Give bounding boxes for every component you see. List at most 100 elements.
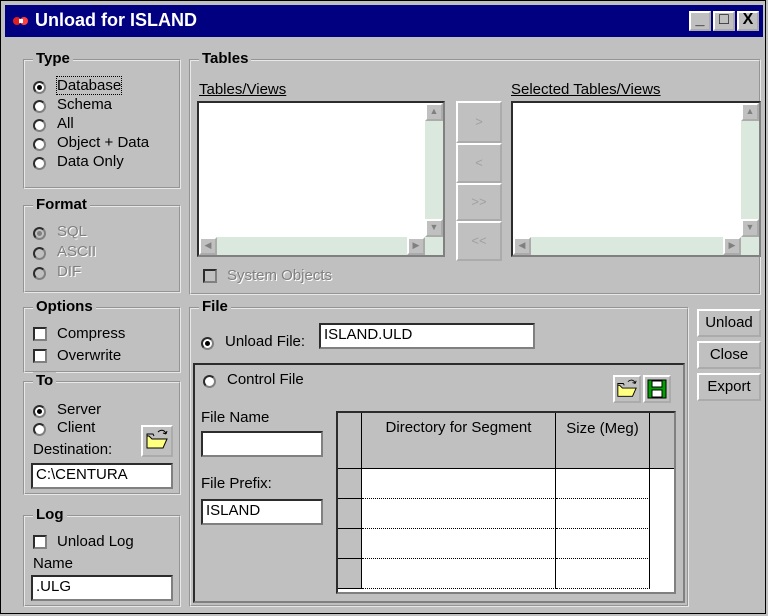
- type-all-label: All: [57, 115, 74, 132]
- maximize-button[interactable]: □: [713, 11, 735, 31]
- table-corner-header: [338, 413, 362, 469]
- unload-button[interactable]: Unload: [697, 309, 761, 337]
- control-file-radio[interactable]: [203, 375, 216, 388]
- add-table-button[interactable]: >: [456, 101, 502, 143]
- table-row-header[interactable]: [338, 499, 362, 529]
- scroll-down-arrow-icon[interactable]: ▼: [741, 219, 759, 237]
- format-group: Format: [23, 196, 181, 293]
- compress-label: Compress: [57, 325, 126, 342]
- destination-input[interactable]: C:\CENTURA: [31, 463, 173, 489]
- table-cell[interactable]: [362, 559, 556, 589]
- format-sql-radio[interactable]: [33, 227, 46, 240]
- scroll-right-arrow-icon[interactable]: ▶: [723, 237, 741, 255]
- control-file-label: Control File: [227, 371, 304, 388]
- type-database-radio[interactable]: [33, 81, 46, 94]
- scroll-left-arrow-icon[interactable]: ◀: [513, 237, 531, 255]
- title-bar: Unload for ISLAND _ □ X: [5, 5, 763, 37]
- type-data-only-radio[interactable]: [33, 157, 46, 170]
- file-group-title: File: [199, 298, 231, 315]
- app-icon: [13, 17, 28, 25]
- format-dif-radio[interactable]: [33, 267, 46, 280]
- type-schema-label: Schema: [57, 96, 113, 113]
- log-name-input[interactable]: .ULG: [31, 575, 173, 601]
- minimize-button[interactable]: _: [689, 11, 711, 31]
- scroll-down-arrow-icon[interactable]: ▼: [425, 219, 443, 237]
- table-cell[interactable]: [556, 469, 650, 499]
- remove-all-tables-button[interactable]: <<: [456, 221, 502, 261]
- remove-table-button[interactable]: <: [456, 143, 502, 183]
- table-cell[interactable]: [362, 529, 556, 559]
- table-cell[interactable]: [556, 529, 650, 559]
- file-prefix-input[interactable]: ISLAND: [201, 499, 323, 525]
- close-button[interactable]: Close: [697, 341, 761, 369]
- file-name-input[interactable]: [201, 431, 323, 457]
- unload-dialog: Unload for ISLAND _ □ X Type Database Sc…: [0, 0, 766, 614]
- type-schema-radio[interactable]: [33, 100, 46, 113]
- browse-destination-button[interactable]: [141, 425, 173, 457]
- unload-log-checkbox[interactable]: [33, 535, 47, 549]
- directory-for-segment-header: Directory for Segment: [362, 413, 556, 469]
- table-cell[interactable]: [556, 499, 650, 529]
- type-object-data-radio[interactable]: [33, 138, 46, 151]
- log-name-label: Name: [33, 555, 74, 572]
- open-control-file-button[interactable]: [613, 375, 641, 403]
- system-objects-checkbox[interactable]: [203, 269, 217, 283]
- tables-list-vertical-scrollbar[interactable]: ▲ ▼: [425, 103, 443, 255]
- segment-table[interactable]: Directory for Segment Size (Meg): [336, 411, 676, 594]
- unload-log-label: Unload Log: [57, 533, 134, 550]
- scroll-up-arrow-icon[interactable]: ▲: [425, 103, 443, 121]
- type-object-data-label: Object + Data: [57, 134, 150, 151]
- format-group-title: Format: [33, 196, 90, 213]
- overwrite-checkbox[interactable]: [33, 349, 47, 363]
- open-folder-icon: [617, 379, 637, 397]
- size-meg-header: Size (Meg): [556, 413, 650, 469]
- selected-tables-views-label: Selected Tables/Views: [511, 81, 661, 98]
- table-cell[interactable]: [362, 469, 556, 499]
- to-group-title: To: [33, 372, 57, 389]
- open-folder-icon: [146, 429, 168, 449]
- format-sql-label: SQL: [57, 223, 88, 240]
- table-cell[interactable]: [556, 559, 650, 589]
- type-database-label: Database: [55, 76, 123, 95]
- format-dif-label: DIF: [57, 263, 82, 280]
- log-group-title: Log: [33, 506, 67, 523]
- selected-list-horizontal-scrollbar[interactable]: ◀ ▶: [513, 237, 741, 255]
- options-group-title: Options: [33, 298, 96, 315]
- close-window-button[interactable]: X: [737, 11, 759, 31]
- scroll-left-arrow-icon[interactable]: ◀: [199, 237, 217, 255]
- format-ascii-label: ASCII: [57, 243, 97, 260]
- format-ascii-radio[interactable]: [33, 247, 46, 260]
- file-prefix-label: File Prefix:: [201, 475, 272, 492]
- type-all-radio[interactable]: [33, 119, 46, 132]
- unload-file-radio[interactable]: [201, 337, 214, 350]
- selected-tables-views-list[interactable]: ▲ ▼ ◀ ▶: [511, 101, 761, 257]
- unload-file-label: Unload File:: [225, 333, 306, 350]
- to-client-radio[interactable]: [33, 423, 46, 436]
- table-row-header[interactable]: [338, 469, 362, 499]
- table-row-header[interactable]: [338, 529, 362, 559]
- table-cell[interactable]: [362, 499, 556, 529]
- to-server-radio[interactable]: [33, 405, 46, 418]
- to-client-label: Client: [57, 419, 96, 436]
- file-name-label: File Name: [201, 409, 270, 426]
- export-button[interactable]: Export: [697, 373, 761, 401]
- save-control-file-button[interactable]: [643, 375, 671, 403]
- destination-label: Destination:: [33, 441, 113, 458]
- type-data-only-label: Data Only: [57, 153, 124, 170]
- tables-views-list[interactable]: ▲ ▼ ◀ ▶: [197, 101, 445, 257]
- scroll-right-arrow-icon[interactable]: ▶: [407, 237, 425, 255]
- scroll-up-arrow-icon[interactable]: ▲: [741, 103, 759, 121]
- to-server-label: Server: [57, 401, 102, 418]
- table-row-header[interactable]: [338, 559, 362, 589]
- type-group-title: Type: [33, 50, 73, 67]
- selected-list-vertical-scrollbar[interactable]: ▲ ▼: [741, 103, 759, 255]
- tables-group-title: Tables: [199, 50, 252, 67]
- tables-list-horizontal-scrollbar[interactable]: ◀ ▶: [199, 237, 425, 255]
- unload-file-input[interactable]: ISLAND.ULD: [319, 323, 535, 349]
- add-all-tables-button[interactable]: >>: [456, 183, 502, 221]
- system-objects-label: System Objects: [227, 267, 333, 284]
- overwrite-label: Overwrite: [57, 347, 122, 364]
- table-filler-header: [650, 413, 674, 469]
- compress-checkbox[interactable]: [33, 327, 47, 341]
- save-disk-icon: [647, 379, 667, 399]
